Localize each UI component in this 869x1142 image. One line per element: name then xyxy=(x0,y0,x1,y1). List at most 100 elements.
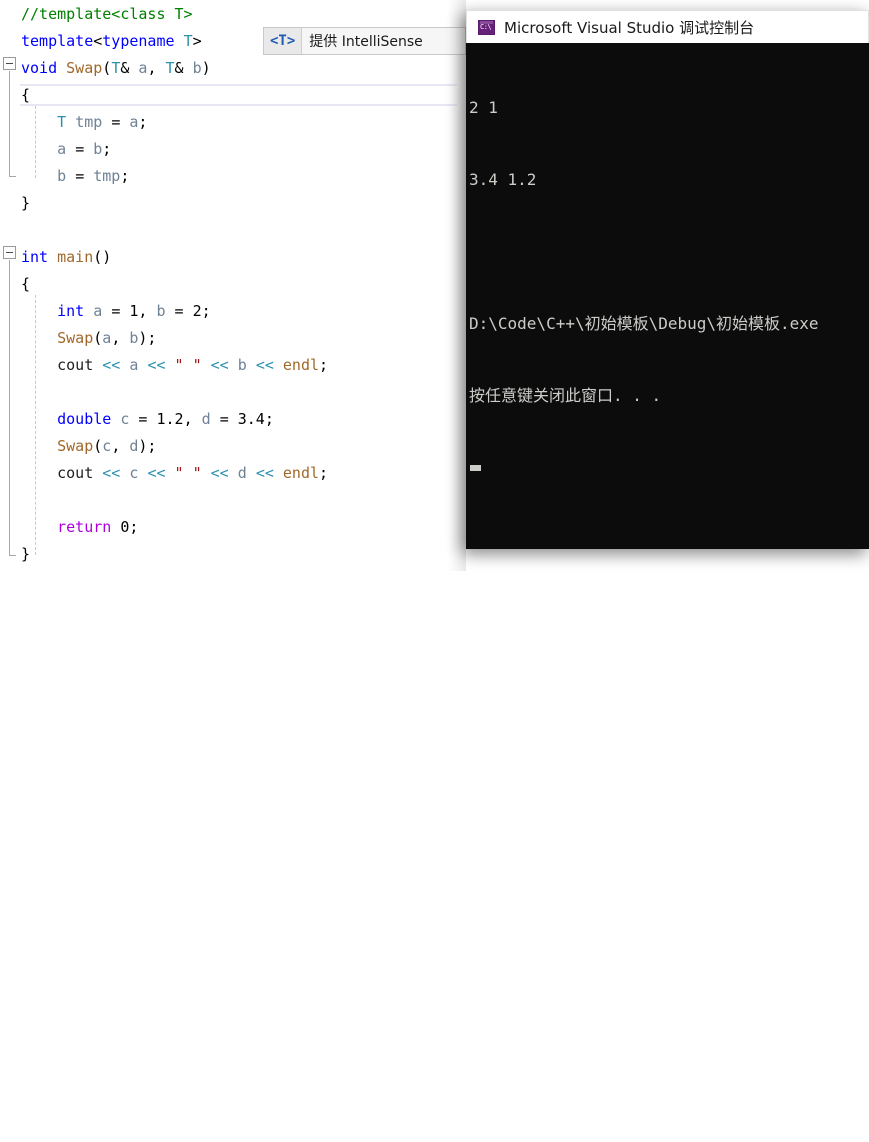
token-keyword-double: double xyxy=(57,410,112,428)
code-line-content: int main() xyxy=(21,244,111,271)
code-line-content: b = tmp; xyxy=(21,163,129,190)
code-line-content: int a = 1, b = 2; xyxy=(21,298,211,325)
token-function-main: main xyxy=(57,248,94,266)
token-var-b: b xyxy=(237,356,247,374)
token-operator-assign: = xyxy=(219,410,229,428)
token-keyword-int: int xyxy=(21,248,49,266)
token-punct: ); xyxy=(138,329,157,347)
console-app-icon xyxy=(478,19,495,35)
token-number: 3.4 xyxy=(237,410,265,428)
intellisense-tooltip[interactable]: <T> 提供 IntelliSense xyxy=(263,27,466,55)
token-operator-insert: << xyxy=(210,464,229,482)
token-var-a: a xyxy=(57,140,67,158)
console-output-line: 2 1 xyxy=(469,98,498,117)
token-operator-assign: = xyxy=(111,302,121,320)
code-line[interactable]: cout << c << " " << d << endl; xyxy=(0,460,460,487)
console-output-area[interactable]: 2 1 3.4 1.2 D:\Code\C++\初始模板\Debug\初始模板.… xyxy=(466,43,869,549)
token-number: 2 xyxy=(192,302,202,320)
code-line[interactable]: b = tmp; xyxy=(0,163,460,190)
token-brace-open: { xyxy=(21,86,31,104)
token-var-b: b xyxy=(93,140,103,158)
code-line[interactable]: } xyxy=(0,541,460,568)
console-output-line-blank xyxy=(469,240,869,264)
code-line-blank[interactable] xyxy=(0,379,460,406)
token-var-b: b xyxy=(156,302,166,320)
token-operator-insert: << xyxy=(255,356,274,374)
token-type-T: T xyxy=(183,32,193,50)
code-line[interactable]: return 0; xyxy=(0,514,460,541)
console-window-title: Microsoft Visual Studio 调试控制台 xyxy=(504,18,755,37)
code-line[interactable]: double c = 1.2, d = 3.4; xyxy=(0,406,460,433)
token-semicolon: ; xyxy=(319,464,329,482)
code-line-blank[interactable] xyxy=(0,217,460,244)
token-punct: > xyxy=(192,32,202,50)
console-output-line: 3.4 1.2 xyxy=(469,170,537,189)
code-surface[interactable]: //template<class T> template<typename T>… xyxy=(0,0,460,571)
token-endl: endl xyxy=(282,464,320,482)
code-line-blank[interactable] xyxy=(0,487,460,514)
code-line[interactable]: { xyxy=(0,82,460,109)
code-line-content: { xyxy=(21,82,30,109)
token-punct: ) xyxy=(201,59,211,77)
code-line[interactable]: void Swap(T& a, T& b) xyxy=(0,55,460,82)
debug-console-window[interactable]: Microsoft Visual Studio 调试控制台 2 1 3.4 1.… xyxy=(466,10,869,549)
code-line-content: //template<class T> xyxy=(21,1,193,28)
code-line[interactable]: { xyxy=(0,271,460,298)
token-var-d: d xyxy=(237,464,247,482)
code-line[interactable]: T tmp = a; xyxy=(0,109,460,136)
token-endl: endl xyxy=(282,356,320,374)
token-keyword-typename: typename xyxy=(102,32,175,50)
code-line[interactable]: int a = 1, b = 2; xyxy=(0,298,460,325)
token-var-tmp: tmp xyxy=(75,113,103,131)
code-line[interactable]: cout << a << " " << b << endl; xyxy=(0,352,460,379)
code-line[interactable]: a = b; xyxy=(0,136,460,163)
token-brace-close: } xyxy=(21,545,31,563)
token-operator-assign: = xyxy=(75,167,85,185)
token-stream-cout: cout xyxy=(57,356,94,374)
token-semicolon: ; xyxy=(120,167,130,185)
token-punct: < xyxy=(93,32,103,50)
code-line[interactable]: int main() xyxy=(0,244,460,271)
token-punct: , xyxy=(183,410,193,428)
token-type-T: T xyxy=(165,59,175,77)
token-semicolon: ; xyxy=(102,140,112,158)
token-operator-insert: << xyxy=(147,464,166,482)
token-punct: () xyxy=(93,248,112,266)
code-line[interactable]: } xyxy=(0,190,460,217)
code-line-content: } xyxy=(21,541,30,568)
token-var-tmp: tmp xyxy=(93,167,121,185)
token-operator-insert: << xyxy=(102,464,121,482)
token-semicolon: ; xyxy=(319,356,329,374)
token-operator-insert: << xyxy=(255,464,274,482)
token-function-Swap: Swap xyxy=(57,437,94,455)
console-titlebar[interactable]: Microsoft Visual Studio 调试控制台 xyxy=(466,10,869,43)
code-line[interactable]: Swap(a, b); xyxy=(0,325,460,352)
code-line-content: T tmp = a; xyxy=(21,109,147,136)
token-var-a: a xyxy=(102,329,112,347)
intellisense-message: 提供 IntelliSense xyxy=(302,28,430,54)
token-semicolon: ; xyxy=(129,518,139,536)
code-line[interactable]: //template<class T> xyxy=(0,1,460,28)
token-operator-assign: = xyxy=(111,113,121,131)
code-line[interactable]: Swap(c, d); xyxy=(0,433,460,460)
token-semicolon: ; xyxy=(201,302,211,320)
